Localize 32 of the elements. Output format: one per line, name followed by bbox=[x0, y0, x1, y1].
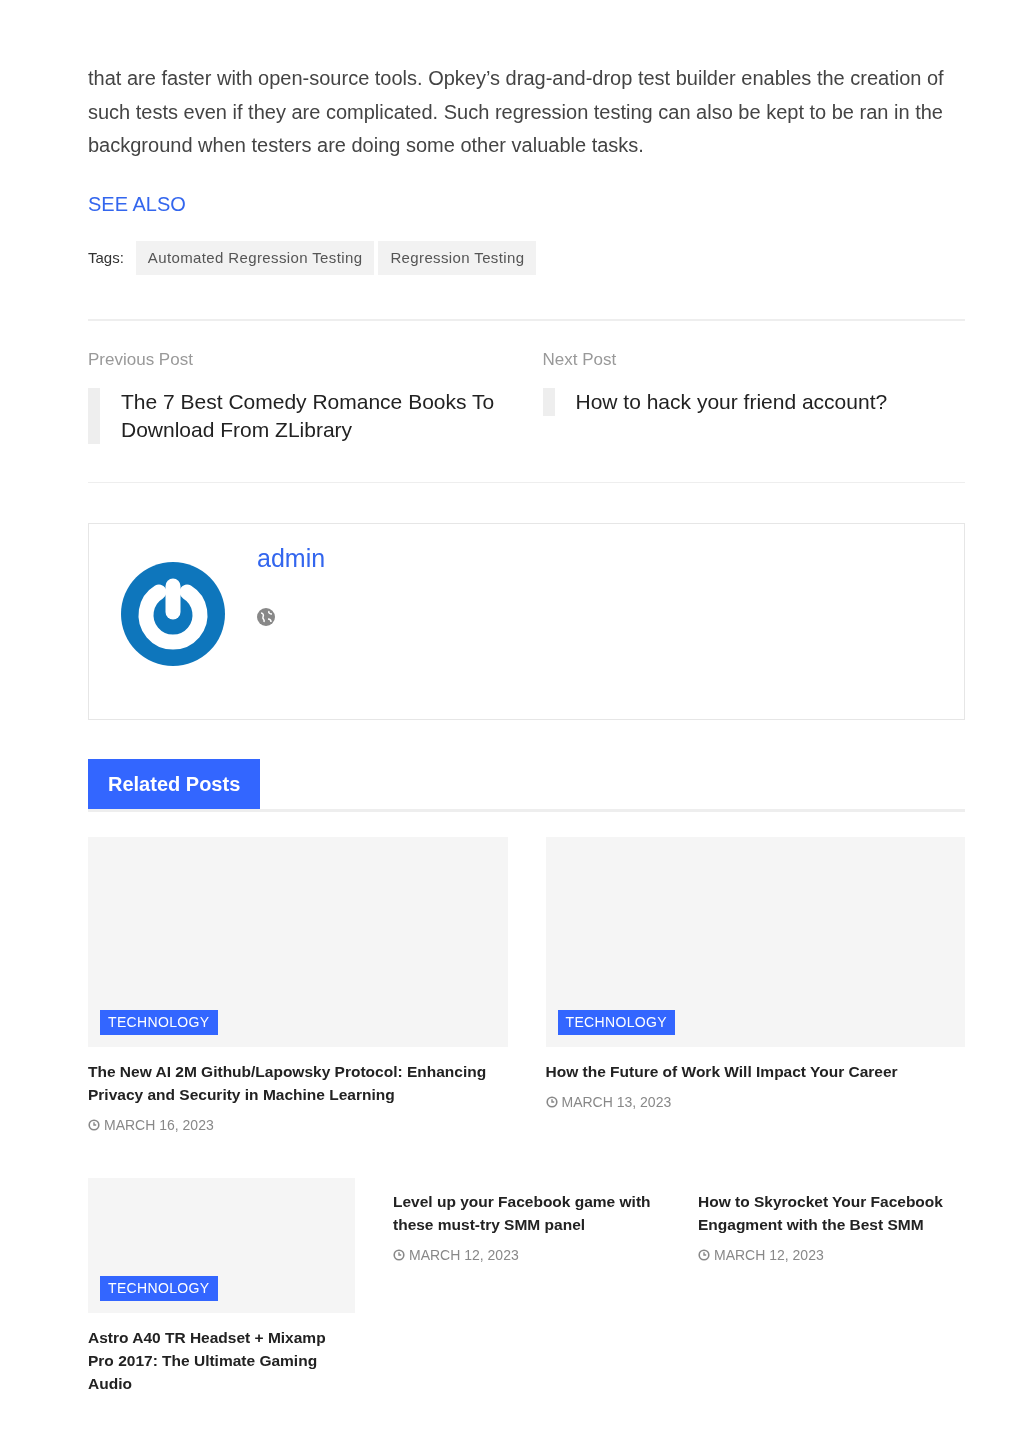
power-avatar-icon bbox=[121, 561, 225, 666]
post-date: MARCH 12, 2023 bbox=[698, 1244, 965, 1266]
post-title-link[interactable]: Level up your Facebook game with these must-try SMM panel bbox=[393, 1189, 660, 1236]
post-nav-label: Previous Post bbox=[88, 349, 194, 371]
tags-label: Tags: bbox=[88, 247, 124, 268]
post-title-link[interactable]: How the Future of Work Will Impact Your Career bbox=[545, 1059, 965, 1083]
author-name-link[interactable]: admin bbox=[257, 539, 326, 577]
article-paragraph: that are faster with open-source tools. Opkey’s drag-and-drop test builder enables the creation of such tests even if they are complicated. Such regression testing can also be kept to be ran in the background when testers are doing some other valuable tasks. bbox=[88, 66, 945, 158]
thumbnail[interactable]: TECHNOLOGY bbox=[88, 836, 508, 1047]
post-title-link[interactable]: Astro A40 TR Headset + Mixamp Pro 2017: The Ultimate Gaming Audio bbox=[88, 1325, 355, 1395]
post-nav-label: Next Post bbox=[542, 349, 618, 371]
thumbnail[interactable]: TECHNOLOGY bbox=[545, 836, 965, 1047]
related-posts-heading: Related Posts bbox=[88, 758, 261, 809]
globe-icon[interactable] bbox=[257, 608, 275, 626]
clock-icon bbox=[393, 1248, 405, 1261]
post-date: MARCH 12, 2023 bbox=[393, 1244, 660, 1266]
clock-icon bbox=[88, 1118, 100, 1131]
see-also-link[interactable]: SEE ALSO bbox=[88, 188, 965, 219]
post-date: MARCH 13, 2023 bbox=[545, 1091, 965, 1113]
tag-link[interactable]: Regression Testing bbox=[378, 240, 537, 275]
post-title-link[interactable]: How to Skyrocket Your Facebook Engagment with the Best SMM bbox=[698, 1189, 965, 1236]
clock-icon bbox=[698, 1248, 710, 1261]
post-date: MARCH 16, 2023 bbox=[88, 1114, 508, 1136]
clock-icon bbox=[545, 1095, 558, 1108]
post-nav-link[interactable]: The 7 Best Comedy Romance Books To Download From ZLibrary bbox=[100, 387, 511, 444]
category-tag[interactable]: TECHNOLOGY bbox=[100, 1009, 218, 1035]
category-tag[interactable]: TECHNOLOGY bbox=[100, 1275, 218, 1301]
tag-link[interactable]: Automated Regression Testing bbox=[135, 240, 375, 275]
thumbnail[interactable]: TECHNOLOGY bbox=[88, 1177, 355, 1313]
post-title-link[interactable]: The New AI 2M Github/Lapowsky Protocol: Enhancing Privacy and Security in Machine Learning bbox=[88, 1059, 508, 1106]
category-tag[interactable]: TECHNOLOGY bbox=[557, 1009, 675, 1035]
post-nav-link[interactable]: How to hack your friend account? bbox=[554, 387, 888, 416]
